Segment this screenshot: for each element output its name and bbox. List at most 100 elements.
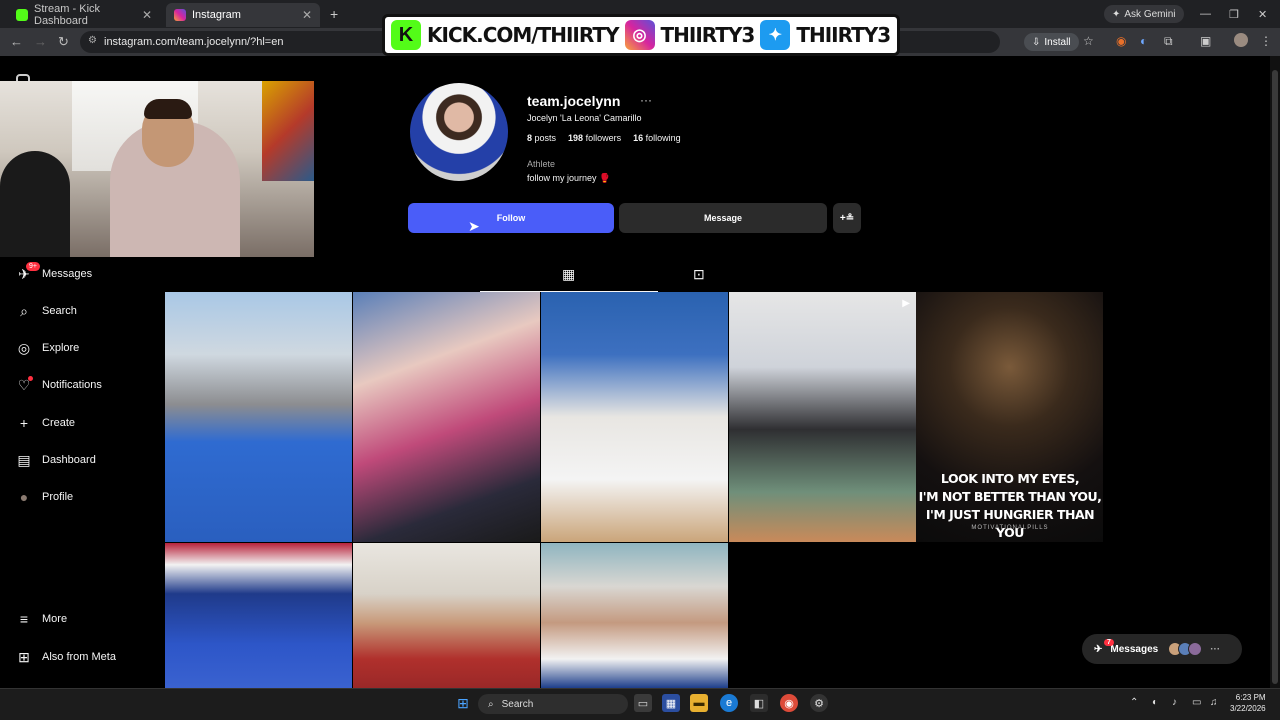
post-thumbnail[interactable]: ▶	[729, 292, 916, 542]
sparkle-icon: ✦	[1112, 8, 1121, 20]
following-stat[interactable]: 16 following	[633, 133, 681, 143]
messages-count-badge: 9+	[26, 262, 40, 271]
edge-browser-icon[interactable]: e	[720, 694, 738, 712]
post-thumbnail[interactable]	[353, 543, 540, 688]
sidebar-item-explore[interactable]: ◎ Explore	[16, 336, 79, 360]
tray-app-icon[interactable]: ◐	[1152, 697, 1158, 708]
install-label: Install	[1044, 36, 1071, 48]
mouse-cursor-icon: ➤	[468, 218, 480, 234]
suggested-users-button[interactable]: +≗	[833, 203, 861, 233]
new-tab-button[interactable]: +	[330, 6, 338, 22]
instagram-favicon-icon	[174, 9, 186, 21]
taskbar-search[interactable]: ⌕ Search	[478, 694, 628, 714]
followers-count: 198	[568, 133, 584, 143]
lion-post-caption: LOOK INTO MY EYES, I'M NOT BETTER THAN Y…	[916, 470, 1104, 542]
instagram-logo-icon: ◎	[624, 20, 655, 50]
extension-icon[interactable]: ◉	[1116, 34, 1126, 48]
notification-dot	[28, 376, 33, 381]
post-thumbnail[interactable]	[541, 543, 728, 688]
extension-icon[interactable]: ◐	[1140, 34, 1147, 48]
messages-floating-button[interactable]: ✈ 7 Messages ···	[1082, 634, 1242, 664]
tab-posts-grid-icon[interactable]: ▦	[562, 266, 575, 283]
message-button[interactable]: Message	[619, 203, 827, 233]
tab-kick-dashboard[interactable]: Stream - Kick Dashboard ✕	[8, 3, 160, 27]
tab-tagged-icon[interactable]: ⊡	[693, 266, 705, 283]
sidebar-item-also-from-meta[interactable]: ⊞ Also from Meta	[16, 645, 116, 669]
following-label: following	[645, 133, 681, 143]
ask-gemini-button[interactable]: ✦ Ask Gemini	[1104, 5, 1184, 23]
messages-pill-label: Messages	[1110, 643, 1159, 655]
lion-caption-line: I'M JUST HUNGRIER THAN YOU	[925, 507, 1095, 540]
sidebar-item-create[interactable]: + Create	[16, 411, 75, 435]
app-icon[interactable]: ⚙	[810, 694, 828, 712]
messages-unread-badge: 7	[1104, 639, 1114, 646]
profile-options-icon[interactable]: ···	[640, 93, 652, 107]
taskbar-clock[interactable]: 6:23 PM 3/22/2026	[1230, 692, 1266, 714]
gemini-label: Ask Gemini	[1124, 8, 1176, 20]
bookmark-star-icon[interactable]: ☆	[1083, 34, 1094, 48]
site-info-icon[interactable]: ⚙	[88, 35, 97, 46]
post-thumbnail[interactable]	[165, 543, 352, 688]
follow-button[interactable]: Follow	[408, 203, 614, 233]
profile-bio: follow my journey 🥊	[527, 173, 611, 183]
sidebar-item-label: Also from Meta	[42, 651, 116, 663]
tab-title: Stream - Kick Dashboard	[34, 3, 101, 27]
volume-icon[interactable]: ♫	[1210, 697, 1218, 708]
network-icon[interactable]: ▭	[1192, 697, 1201, 708]
kebab-menu-icon[interactable]: ⋮	[1260, 34, 1272, 48]
followers-label: followers	[585, 133, 622, 143]
taskbar-search-label: Search	[501, 698, 534, 710]
webcam-poster	[262, 81, 314, 181]
twitter-handle: THIIRTY3	[796, 23, 891, 47]
sidebar-item-label: Profile	[42, 491, 74, 503]
minimize-icon[interactable]: —	[1200, 8, 1211, 20]
sidebar-item-label: Search	[42, 305, 77, 317]
webcam-overlay	[0, 81, 314, 257]
post-thumbnail[interactable]	[165, 292, 352, 542]
browser-profile-avatar[interactable]	[1234, 33, 1248, 47]
sidebar-item-more[interactable]: ≡ More	[16, 607, 67, 631]
close-icon[interactable]: ✕	[302, 8, 312, 22]
sidebar-item-dashboard[interactable]: ▤ Dashboard	[16, 448, 95, 472]
widgets-icon[interactable]: ▦	[662, 694, 680, 712]
windows-start-icon[interactable]: ⊞	[454, 694, 472, 712]
lion-caption-line: LOOK INTO MY EYES,	[940, 471, 1080, 486]
followers-stat[interactable]: 198 followers	[568, 133, 621, 143]
meta-icon: ⊞	[18, 648, 30, 665]
install-button[interactable]: ⇩ Install	[1024, 33, 1079, 51]
sidebar-item-search[interactable]: ⌕ Search	[16, 299, 77, 323]
posts-stat: 8 posts	[527, 133, 556, 143]
maximize-icon[interactable]: ❐	[1229, 8, 1239, 21]
store-icon[interactable]: ◧	[750, 694, 768, 712]
avatar	[1188, 642, 1203, 656]
clock-date: 3/22/2026	[1230, 704, 1266, 713]
sidebar-item-label: Explore	[42, 342, 80, 354]
kick-handle: KICK.COM/THIIRTY	[427, 23, 619, 47]
close-icon[interactable]: ✕	[142, 8, 152, 22]
tab-instagram[interactable]: Instagram ✕	[166, 3, 320, 27]
twitter-logo-icon: ✦	[760, 20, 791, 50]
file-explorer-icon[interactable]: ▬	[690, 694, 708, 712]
extensions-puzzle-icon[interactable]: ⧉	[1164, 34, 1173, 49]
profile-avatar[interactable]	[410, 83, 508, 181]
sidebar-item-profile[interactable]: ● Profile	[16, 485, 73, 509]
page-scrollbar-thumb[interactable]	[1272, 70, 1278, 684]
sidebar-item-label: Messages	[42, 268, 93, 280]
post-thumbnail[interactable]	[541, 292, 728, 542]
tray-overflow-icon[interactable]: ⌃	[1130, 697, 1138, 708]
chrome-icon[interactable]: ◉	[780, 694, 798, 712]
forward-icon[interactable]: →	[34, 34, 47, 49]
reload-icon[interactable]: ↻	[58, 34, 69, 50]
back-icon[interactable]: ←	[10, 34, 23, 49]
post-thumbnail[interactable]	[353, 292, 540, 542]
window-close-icon[interactable]: ✕	[1258, 8, 1267, 21]
task-view-icon[interactable]: ▭	[634, 694, 652, 712]
tab-title: Instagram	[192, 9, 241, 21]
menu-icon: ≡	[19, 611, 29, 627]
side-panel-icon[interactable]: ▣	[1200, 34, 1211, 48]
lion-caption-line: I'M NOT BETTER THAN YOU,	[918, 489, 1102, 504]
dashboard-icon: ▤	[17, 451, 31, 468]
sidebar-item-label: More	[42, 613, 68, 625]
messages-icon: ✈	[1094, 643, 1103, 655]
microphone-icon[interactable]: ♪	[1172, 697, 1177, 708]
